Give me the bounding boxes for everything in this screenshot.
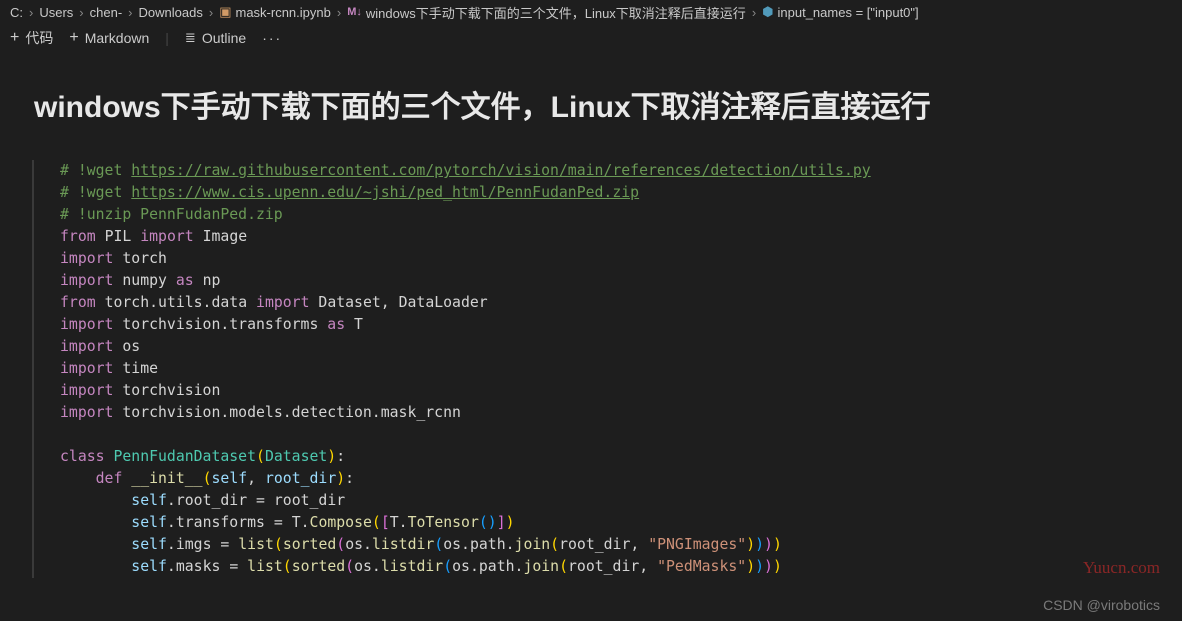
add-markdown-label: Markdown [85, 30, 150, 46]
more-actions-button[interactable]: ··· [262, 30, 282, 46]
breadcrumb-item[interactable]: C: [10, 5, 23, 20]
toolbar-divider: | [165, 30, 169, 46]
comment: # !wget https://www.cis.upenn.edu/~jshi/… [60, 184, 639, 201]
code-cell[interactable]: # !wget https://raw.githubusercontent.co… [60, 160, 1182, 578]
add-code-label: 代码 [25, 28, 53, 48]
code-content[interactable]: # !wget https://raw.githubusercontent.co… [60, 160, 1182, 578]
python-icon: ⬢ [762, 4, 773, 20]
breadcrumb-item[interactable]: chen- [90, 5, 123, 20]
breadcrumb-cell[interactable]: M↓ windows下手动下载下面的三个文件，Linux下取消注释后直接运行 [347, 3, 746, 22]
chevron-right-icon: › [128, 5, 132, 20]
chevron-right-icon: › [752, 5, 756, 20]
breadcrumb-file[interactable]: ▣ mask-rcnn.ipynb [219, 4, 331, 20]
link[interactable]: https://www.cis.upenn.edu/~jshi/ped_html… [131, 184, 639, 201]
breadcrumb-symbol-label: input_names = ["input0"] [778, 5, 919, 20]
markdown-heading: windows下手动下载下面的三个文件，Linux下取消注释后直接运行 [0, 52, 1182, 126]
chevron-right-icon: › [209, 5, 213, 20]
add-markdown-cell-button[interactable]: + Markdown [69, 29, 149, 47]
watermark: CSDN @virobotics [1043, 597, 1160, 613]
comment: # !unzip PennFudanPed.zip [60, 206, 283, 223]
comment: # !wget https://raw.githubusercontent.co… [60, 162, 871, 179]
markdown-icon: M↓ [347, 6, 362, 18]
cell-marker [32, 160, 34, 578]
notebook-icon: ▣ [219, 4, 231, 20]
chevron-right-icon: › [29, 5, 33, 20]
chevron-right-icon: › [79, 5, 83, 20]
watermark: Yuucn.com [1083, 558, 1160, 578]
breadcrumb-item[interactable]: Downloads [139, 5, 203, 20]
plus-icon: + [69, 29, 78, 47]
breadcrumb-file-label: mask-rcnn.ipynb [235, 5, 330, 20]
outline-icon: ≣ [185, 30, 196, 46]
outline-button[interactable]: ≣ Outline [185, 30, 246, 46]
breadcrumb: C: › Users › chen- › Downloads › ▣ mask-… [0, 0, 1182, 24]
chevron-right-icon: › [337, 5, 341, 20]
outline-label: Outline [202, 30, 246, 46]
breadcrumb-symbol[interactable]: ⬢ input_names = ["input0"] [762, 4, 919, 20]
link[interactable]: https://raw.githubusercontent.com/pytorc… [131, 162, 870, 179]
plus-icon: + [10, 29, 19, 47]
notebook-toolbar: + 代码 + Markdown | ≣ Outline ··· [0, 24, 1182, 52]
breadcrumb-cell-label: windows下手动下载下面的三个文件，Linux下取消注释后直接运行 [366, 3, 746, 22]
add-code-cell-button[interactable]: + 代码 [10, 28, 53, 48]
breadcrumb-item[interactable]: Users [39, 5, 73, 20]
